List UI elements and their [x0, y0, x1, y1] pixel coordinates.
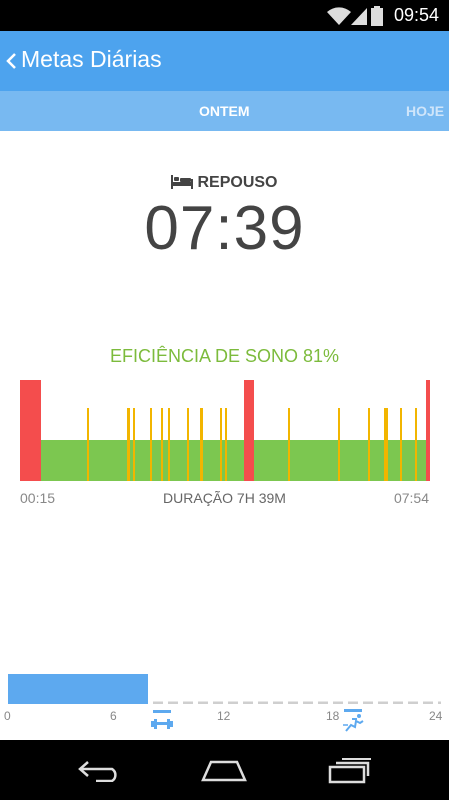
- disturbance-mark: [168, 408, 170, 481]
- sleep-efficiency: EFICIÊNCIA DE SONO 81%: [109, 346, 340, 366]
- nav-recents-icon[interactable]: [328, 758, 372, 784]
- page-title: Metas Diárias: [21, 46, 162, 72]
- disturbance-mark: [200, 408, 203, 481]
- tick-label: 24: [429, 709, 443, 723]
- app-bar: Metas Diárias: [0, 31, 449, 91]
- disturbance-mark: [225, 408, 227, 481]
- rest-duration: 07:39: [144, 194, 305, 263]
- sleep-timeline-chart: [20, 380, 430, 481]
- disturbance-mark: [415, 408, 417, 481]
- wifi-icon: [327, 7, 351, 25]
- disturbance-mark: [187, 408, 189, 481]
- awake-segment: [20, 380, 41, 481]
- status-time: 09:54: [393, 5, 439, 25]
- tab-ontem[interactable]: ONTEM: [199, 103, 250, 119]
- disturbance-mark: [161, 408, 163, 481]
- bed-icon: [171, 175, 194, 189]
- rest-label: REPOUSO: [197, 174, 278, 191]
- day-timeline[interactable]: [8, 674, 441, 704]
- tick-label: 12: [217, 709, 231, 723]
- disturbance-mark: [87, 408, 89, 481]
- disturbance-mark: [384, 408, 388, 481]
- tab-hoje[interactable]: HOJE: [406, 103, 444, 119]
- tick-label: 0: [4, 709, 11, 723]
- system-nav-bar: [0, 740, 449, 800]
- nav-back-icon[interactable]: [78, 758, 122, 782]
- signal-icon: [351, 8, 367, 25]
- tab-bar: ONTEM HOJE: [0, 91, 449, 131]
- tick-label: 6: [110, 709, 117, 723]
- disturbance-mark: [288, 408, 290, 481]
- sleep-period-bar: [8, 674, 148, 704]
- sleep-end-time: 07:54: [393, 490, 429, 506]
- status-bar: 09:54: [0, 0, 449, 31]
- dumbbell-icon[interactable]: [151, 710, 173, 732]
- runner-icon[interactable]: [342, 709, 366, 733]
- battery-icon: [371, 6, 383, 26]
- disturbance-mark: [368, 408, 370, 481]
- chevron-left-icon[interactable]: [5, 49, 17, 73]
- disturbance-mark: [338, 408, 340, 481]
- rest-header: REPOUSO: [0, 174, 449, 192]
- awake-segment: [426, 380, 430, 481]
- awake-segment: [244, 380, 254, 481]
- nav-home-icon[interactable]: [201, 758, 247, 782]
- disturbance-mark: [133, 408, 135, 481]
- sleep-duration: DURAÇÃO 7H 39M: [163, 490, 286, 506]
- disturbance-mark: [400, 408, 402, 481]
- tick-label: 18: [326, 709, 340, 723]
- disturbance-mark: [220, 408, 222, 481]
- disturbance-mark: [150, 408, 152, 481]
- disturbance-mark: [127, 408, 130, 481]
